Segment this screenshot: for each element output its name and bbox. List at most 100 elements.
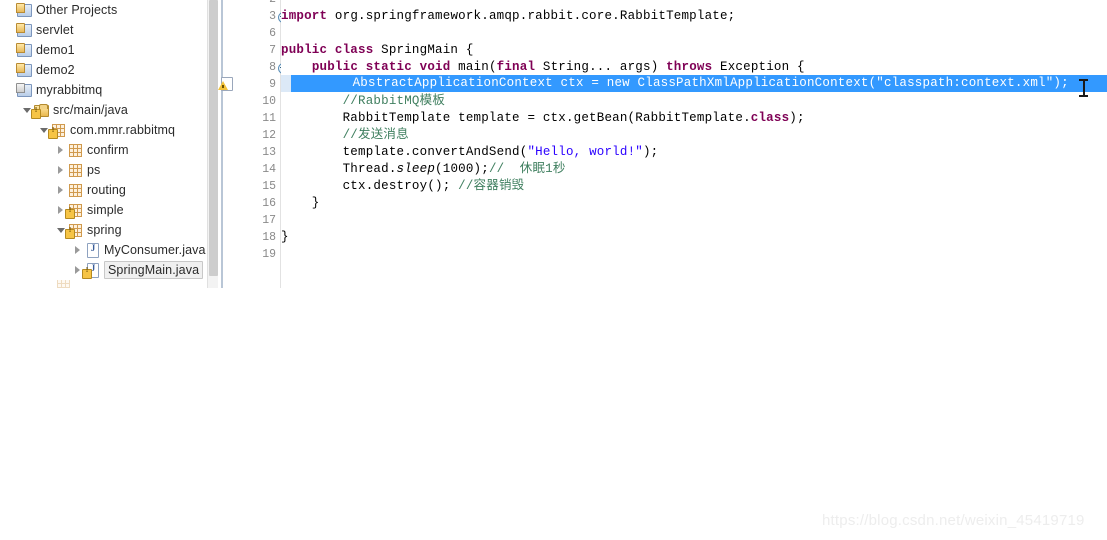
code-token: public static void xyxy=(311,60,451,74)
code-token: sleep xyxy=(396,162,436,176)
maven-project-icon xyxy=(16,82,32,98)
tree-item-src-main-java[interactable]: src/main/java xyxy=(0,100,128,120)
editor-text-area[interactable]: import org.springframework.amqp.rabbit.c… xyxy=(281,0,1107,288)
tree-item-confirm[interactable]: confirm xyxy=(0,140,129,160)
package-icon xyxy=(65,222,83,239)
tree-item-ps[interactable]: ps xyxy=(0,160,100,180)
warning-overlay-icon xyxy=(31,107,41,119)
mouse-ibeam-cursor xyxy=(1078,78,1089,98)
code-token: final xyxy=(496,60,536,74)
watermark-url: https://blog.csdn.net/weixin_45419719 xyxy=(822,512,1085,529)
line-number: 19 xyxy=(262,248,276,261)
tree-item-com-mmr-rabbitmq[interactable]: com.mmr.rabbitmq xyxy=(0,120,175,140)
editor-marker-bar[interactable] xyxy=(228,0,242,288)
warning-marker-icon[interactable] xyxy=(218,77,233,91)
package-explorer-tree[interactable]: Other Projects servlet demo1 demo2 myrabbitm… xyxy=(0,0,207,288)
tree-item-myrabbitmq[interactable]: myrabbitmq xyxy=(0,80,102,100)
code-token: } xyxy=(281,196,320,210)
tree-item-demo2[interactable]: demo2 xyxy=(0,60,75,80)
tree-item-label: confirm xyxy=(87,143,129,157)
code-token: public class xyxy=(281,43,374,57)
code-token: class xyxy=(750,111,790,125)
code-editor[interactable]: 23678910111213141516171819 import org.sp… xyxy=(228,0,1107,288)
java-project-icon xyxy=(16,42,32,58)
package-icon-shape xyxy=(69,184,82,197)
sidebar-scrollbar-thumb[interactable] xyxy=(209,0,218,276)
line-number: 2 xyxy=(242,0,276,8)
tree-item-label: spring xyxy=(87,223,122,237)
warning-overlay-icon xyxy=(48,127,58,139)
tree-item-spring[interactable]: spring xyxy=(0,220,122,240)
chevron-right-icon[interactable] xyxy=(55,184,67,196)
code-token: import xyxy=(281,9,328,23)
tree-item-clipped-partial[interactable] xyxy=(0,280,75,288)
java-project-icon-shape xyxy=(16,63,32,77)
code-token: SpringMain { xyxy=(373,43,474,57)
code-line[interactable]: import org.springframework.amqp.rabbit.c… xyxy=(281,8,735,25)
code-line[interactable]: //发送消息 xyxy=(281,127,409,144)
warning-overlay-icon xyxy=(82,267,92,279)
selected-line-9[interactable]: AbstractApplicationContext ctx = new Cla… xyxy=(228,75,1107,92)
view-sash-divider[interactable] xyxy=(218,0,228,288)
line-number: 6 xyxy=(269,27,276,40)
chevron-right-icon[interactable] xyxy=(55,164,67,176)
maven-project-icon-shape xyxy=(16,83,32,97)
package-icon xyxy=(67,142,83,158)
tree-item-label: servlet xyxy=(36,23,74,37)
tree-item-demo1[interactable]: demo1 xyxy=(0,40,75,60)
code-token: template.convertAndSend( xyxy=(281,145,528,159)
code-token: //容器销毁 xyxy=(458,179,525,193)
warning-overlay-icon xyxy=(65,207,75,219)
code-line[interactable]: //RabbitMQ模板 xyxy=(281,93,445,110)
tree-item-label: SpringMain.java xyxy=(104,261,204,279)
package-icon xyxy=(48,122,66,139)
tree-item-myconsumer-java[interactable]: MyConsumer.java xyxy=(0,240,206,260)
sash-handle[interactable] xyxy=(221,0,223,288)
tree-item-label: routing xyxy=(87,183,126,197)
line-number: 17 xyxy=(262,214,276,227)
line-number: 16 xyxy=(262,197,276,210)
project-closed-icon-shape xyxy=(16,23,32,37)
tree-item-servlet[interactable]: servlet xyxy=(0,20,74,40)
line-number: 12 xyxy=(262,129,276,142)
current-line-highlight xyxy=(281,75,291,92)
tree-item-label: com.mmr.rabbitmq xyxy=(70,123,176,137)
java-project-icon xyxy=(16,62,32,78)
code-line[interactable]: ctx.destroy(); //容器销毁 xyxy=(281,178,525,195)
tree-item-label: myrabbitmq xyxy=(36,83,103,97)
code-line[interactable]: } xyxy=(281,229,289,246)
selection-text-line-9[interactable]: AbstractApplicationContext ctx = new Cla… xyxy=(291,75,1107,92)
tree-item-simple[interactable]: simple xyxy=(0,200,124,220)
tree-item-label: demo1 xyxy=(36,43,75,57)
code-token: //发送消息 xyxy=(281,128,409,142)
line-number: 8 xyxy=(269,61,276,74)
code-line[interactable]: template.convertAndSend("Hello, world!")… xyxy=(281,144,659,161)
line-number: 10 xyxy=(262,95,276,108)
code-line[interactable]: RabbitTemplate template = ctx.getBean(Ra… xyxy=(281,110,805,127)
tree-item-label: ps xyxy=(87,163,101,177)
chevron-right-icon[interactable] xyxy=(72,244,84,256)
tree-item-springmain-java[interactable]: SpringMain.java xyxy=(0,260,204,280)
tree-item-other-projects[interactable]: Other Projects xyxy=(0,0,117,20)
source-folder-icon xyxy=(31,102,49,119)
code-token: //RabbitMQ模板 xyxy=(281,94,446,108)
code-token: RabbitTemplate template = ctx.getBean(Ra… xyxy=(281,111,751,125)
code-line[interactable]: } xyxy=(281,195,320,212)
code-token: Exception { xyxy=(712,60,805,74)
warning-overlay-icon xyxy=(65,227,75,239)
chevron-right-icon[interactable] xyxy=(55,144,67,156)
code-line[interactable]: public static void main(final String... … xyxy=(281,59,805,76)
tree-item-routing[interactable]: routing xyxy=(0,180,126,200)
code-line[interactable]: Thread.sleep(1000);// 休眠1秒 xyxy=(281,161,566,178)
code-line[interactable]: public class SpringMain { xyxy=(281,42,474,59)
